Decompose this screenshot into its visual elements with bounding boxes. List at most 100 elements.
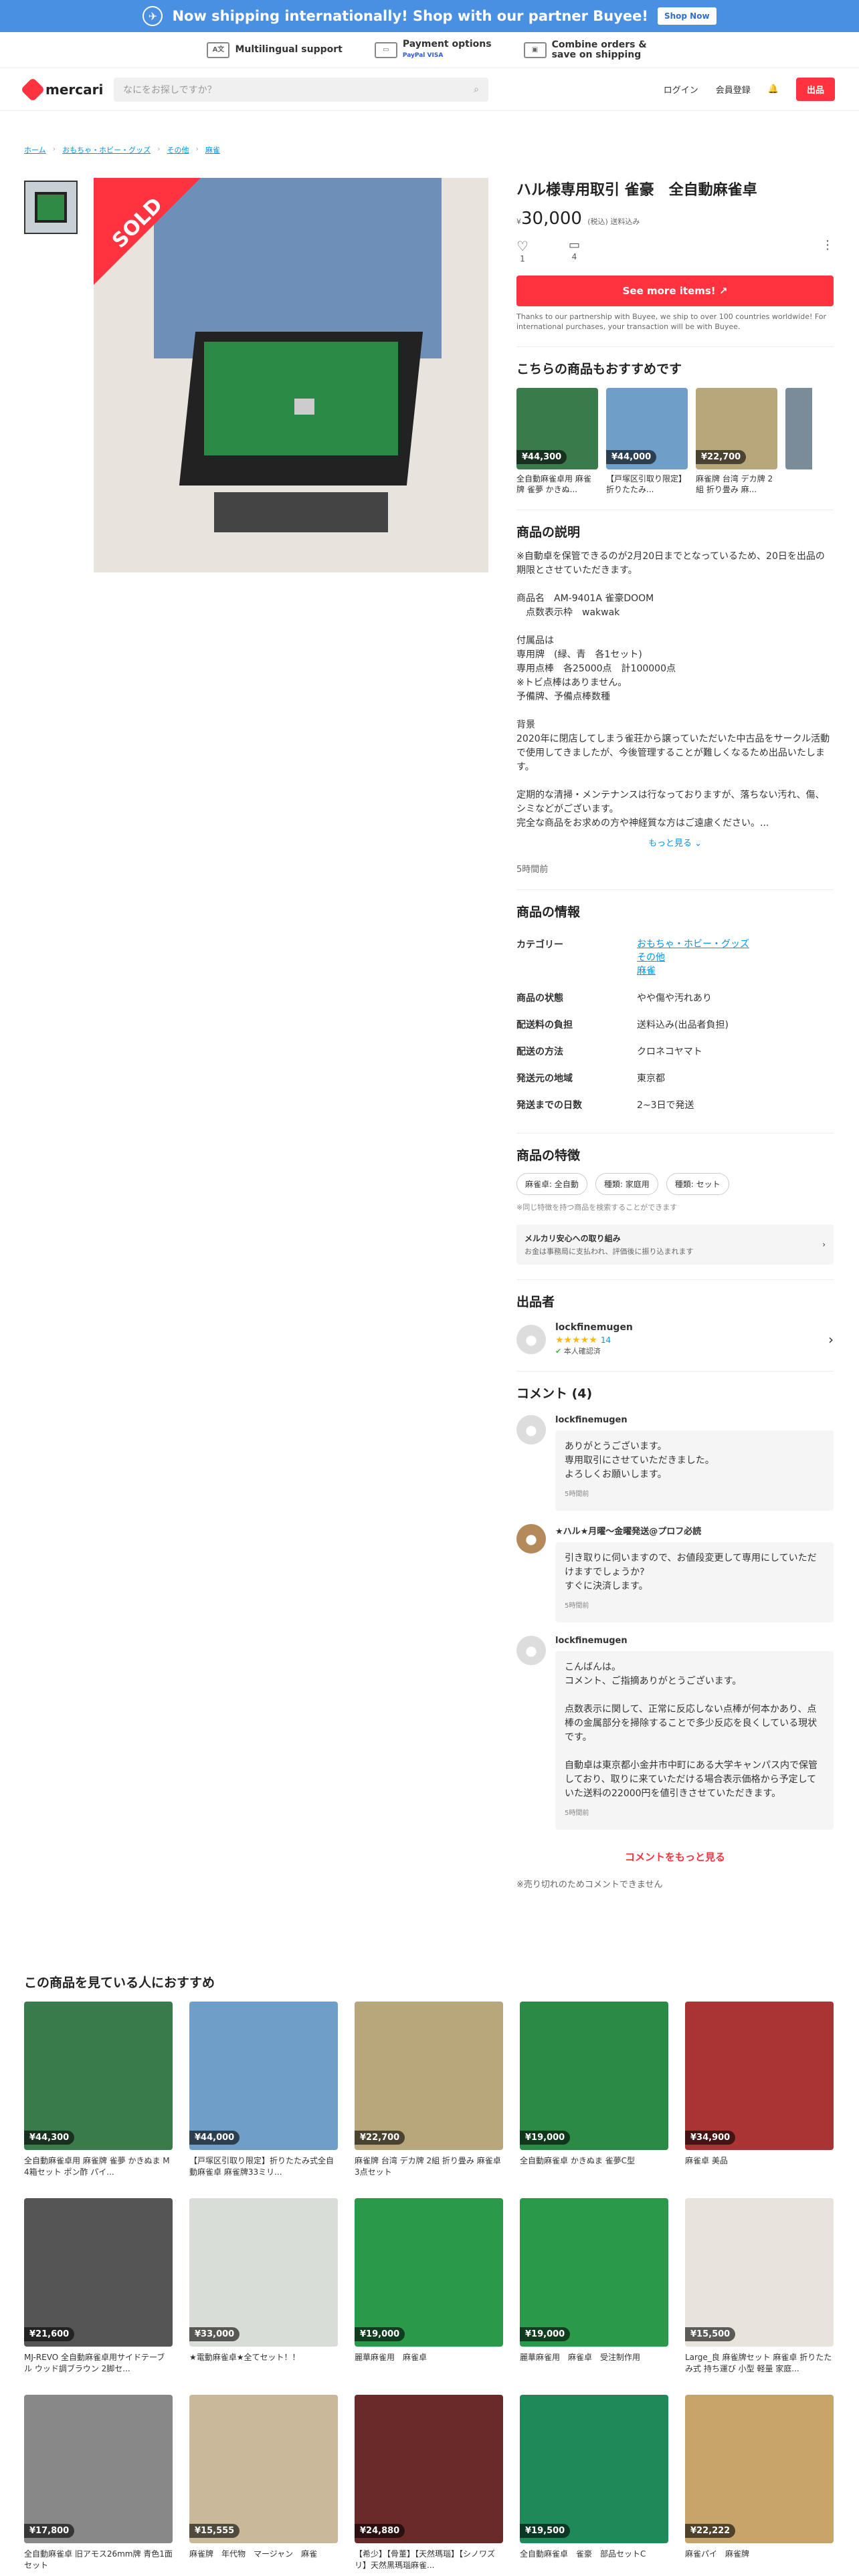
login-link[interactable]: ログイン <box>664 83 698 96</box>
item-name: MJ-REVO 全自動麻雀卓用サイドテーブル ウッド調ブラウン 2脚セ... <box>24 2353 165 2373</box>
item-name: ★電動麻雀卓★全てセット！！ <box>189 2353 300 2362</box>
feature-multilingual: A文 Multilingual support <box>207 41 343 58</box>
item-image: ¥33,000 <box>189 2198 338 2347</box>
grid-item[interactable]: ¥19,000 麗華麻雀用 麻雀卓 <box>355 2198 503 2375</box>
item-name: 麗華麻雀用 麻雀卓 受注制作用 <box>520 2353 641 2362</box>
feature-combine: ▣ Combine orders & save on shipping <box>523 39 652 60</box>
chips-note: ※同じ特徴を持つ商品を検索することができます <box>516 1203 678 1212</box>
price-tag: ¥17,800 <box>24 2524 75 2538</box>
item-image: ¥44,300 <box>24 2002 173 2150</box>
breadcrumb-other[interactable]: その他 <box>167 144 189 155</box>
grid-item[interactable]: ¥44,300 全自動麻雀卓用 麻雀牌 雀夢 かきぬま M 4箱セット ポン酢 パ… <box>24 2002 173 2178</box>
rec-item[interactable]: ¥44,000 【戸塚区引取り限定】折りたたみ... <box>606 388 688 495</box>
price-tag: ¥22,700 <box>355 2131 405 2145</box>
item-image: ¥34,900 <box>685 2002 834 2150</box>
grid-item[interactable]: ¥19,000 全自動麻雀卓 かきぬま 雀夢C型 <box>520 2002 668 2178</box>
item-image: ¥15,500 <box>685 2198 834 2347</box>
globe-icon: ✈ <box>142 6 163 26</box>
item-name: 麗華麻雀用 麻雀卓 <box>355 2353 427 2362</box>
breadcrumb-home[interactable]: ホーム <box>24 144 46 155</box>
mercari-logo[interactable]: mercari <box>20 77 114 102</box>
site-header: mercari なにをお探しですか？ ⌕ ログイン 会員登録 🔔 出品 <box>0 68 859 111</box>
grid-item[interactable]: ¥17,800 全自動麻雀卓 旧アモス26mm牌 青色1面セット <box>24 2395 173 2571</box>
rec-item[interactable]: ¥44,300 全自動麻雀卓用 麻雀牌 雀夢 かきぬ... <box>516 388 598 495</box>
feature-strip: A文 Multilingual support ▭ Payment options P… <box>0 32 859 68</box>
grid-item[interactable]: ¥19,500 全自動麻雀卓 雀豪 部品セットC <box>520 2395 668 2571</box>
avatar: ● <box>516 1324 546 1354</box>
banner-text: Now shipping internationally! Shop with … <box>172 8 648 24</box>
item-image: ¥19,000 <box>355 2198 503 2347</box>
breadcrumb-mahjong[interactable]: 麻雀 <box>205 144 220 155</box>
item-image: ¥24,880 <box>355 2395 503 2543</box>
like-button[interactable]: ♡ 1 <box>516 238 529 263</box>
grid-item[interactable]: ¥34,900 麻雀卓 美品 <box>685 2002 834 2178</box>
category-link[interactable]: おもちゃ・ホビー・グッズ <box>637 938 834 951</box>
see-more-items-button[interactable]: See more items! ↗ <box>516 276 834 306</box>
comment: ● ★ハル★月曜〜金曜発送@プロフ必読 引き取りに伺いますので、お値段変更して専… <box>516 1524 834 1622</box>
rec-item-partial[interactable] <box>785 388 812 495</box>
grid-item[interactable]: ¥22,222 麻雀パイ 麻雀牌 <box>685 2395 834 2571</box>
sold-ribbon <box>94 178 201 285</box>
rec-item[interactable]: ¥22,700 麻雀牌 台湾 デカ牌 2組 折り畳み 麻... <box>696 388 777 495</box>
item-image: ¥44,000 <box>189 2002 338 2150</box>
seller-card[interactable]: ● lockfinemugen ★★★★★ 14 ✔ 本人確認済 › <box>516 1322 834 1356</box>
item-name: 麻雀卓 美品 <box>685 2156 728 2165</box>
description-text: ※自動卓を保管できるのが2月20日までとなっているため、20日を出品の期限とさせ… <box>516 551 830 829</box>
language-icon: A文 <box>207 41 230 58</box>
avatar: ● <box>516 1415 546 1444</box>
grid-item[interactable]: ¥15,555 麻雀牌 年代物 マージャン 麻雀 <box>189 2395 338 2571</box>
comment: ● lockfinemugen ありがとうございます。 専用取引にさせていただき… <box>516 1415 834 1511</box>
search-icon[interactable]: ⌕ <box>474 84 479 95</box>
buyee-note: Thanks to our partnership with Buyee, we… <box>516 312 827 331</box>
item-name: 【希少】【骨董】【天然瑪瑙】【シノワズリ】天然黒瑪瑙麻雀... <box>355 2549 496 2570</box>
item-name: Large_良 麻雀牌セット 麻雀卓 折りたたみ式 持ち運び 小型 軽量 家庭.… <box>685 2353 832 2373</box>
signup-link[interactable]: 会員登録 <box>716 83 751 96</box>
item-image: ¥15,555 <box>189 2395 338 2543</box>
grid-item[interactable]: ¥22,700 麻雀牌 台湾 デカ牌 2組 折り畳み 麻雀卓 3点セット <box>355 2002 503 2178</box>
show-more-link[interactable]: もっと見る ⌄ <box>516 836 834 849</box>
thumbnail-image[interactable] <box>24 181 78 234</box>
chevron-right-icon: › <box>822 1240 826 1249</box>
comment-button[interactable]: ▭ 4 <box>569 238 580 263</box>
feature-payment: ▭ Payment options PayPal VISA <box>374 39 492 61</box>
price-tag: ¥19,000 <box>355 2327 405 2341</box>
verified-icon: ✔ <box>555 1347 562 1356</box>
grid-item[interactable]: ¥24,880 【希少】【骨董】【天然瑪瑙】【シノワズリ】天然黒瑪瑙麻雀... <box>355 2395 503 2571</box>
feature-chip[interactable]: 麻雀卓: 全自動 <box>516 1173 587 1195</box>
product-price: ¥30,000 (税込) 送料込み <box>516 209 640 229</box>
mercari-logo-icon <box>20 77 45 102</box>
category-link[interactable]: その他 <box>637 951 834 964</box>
item-name: 麻雀パイ 麻雀牌 <box>685 2549 750 2559</box>
grid-item[interactable]: ¥21,600 MJ-REVO 全自動麻雀卓用サイドテーブル ウッド調ブラウン 2… <box>24 2198 173 2375</box>
description-title: 商品の説明 <box>516 510 834 540</box>
price-tag: ¥34,900 <box>685 2131 736 2145</box>
sell-button[interactable]: 出品 <box>795 78 835 101</box>
grid-item[interactable]: ¥44,000 【戸塚区引取り限定】折りたたみ式全自動麻雀卓 麻雀牌33ミリ... <box>189 2002 338 2178</box>
more-comments-link[interactable]: コメントをもっと見る <box>516 1850 834 1864</box>
item-name: 麻雀牌 年代物 マージャン 麻雀 <box>189 2549 318 2559</box>
price-tag: ¥33,000 <box>189 2327 240 2341</box>
breadcrumb-toys[interactable]: おもちゃ・ホビー・グッズ <box>62 144 151 155</box>
product-image: SOLD <box>94 178 488 572</box>
price-tag: ¥44,000 <box>189 2131 240 2145</box>
avatar: ● <box>516 1524 546 1553</box>
more-options-icon[interactable]: ⋮ <box>822 238 834 263</box>
category-link[interactable]: 麻雀 <box>637 964 834 978</box>
item-name: 麻雀牌 台湾 デカ牌 2組 折り畳み 麻雀卓 3点セット <box>355 2156 501 2177</box>
search-input[interactable]: なにをお探しですか？ ⌕ <box>114 77 488 102</box>
price-tag: ¥21,600 <box>24 2327 75 2341</box>
price-tag: ¥15,500 <box>685 2327 736 2341</box>
recommend-row: ¥44,300 全自動麻雀卓用 麻雀牌 雀夢 かきぬ... ¥44,000 【戸塚区… <box>516 388 834 495</box>
grid-item[interactable]: ¥15,500 Large_良 麻雀牌セット 麻雀卓 折りたたみ式 持ち運び 小型… <box>685 2198 834 2375</box>
grid-item[interactable]: ¥19,000 麗華麻雀用 麻雀卓 受注制作用 <box>520 2198 668 2375</box>
comment-icon: ▭ <box>568 238 580 252</box>
feature-chip[interactable]: 種類: セット <box>666 1173 729 1195</box>
product-detail-panel: ハル様専用取引 雀豪 全自動麻雀卓 ¥30,000 (税込) 送料込み ♡ 1 ▭… <box>516 178 834 1890</box>
info-table: カテゴリー おもちゃ・ホビー・グッズ その他 麻雀 商品の状態 やや傷や汚れあり … <box>516 931 834 1118</box>
safety-banner[interactable]: メルカリ安心への取り組み お金は事務局に支払われ、評価後に振り込まれます › <box>516 1224 834 1265</box>
price-tag: ¥24,880 <box>355 2524 405 2538</box>
grid-item[interactable]: ¥33,000 ★電動麻雀卓★全てセット！！ <box>189 2198 338 2375</box>
shop-now-button[interactable]: Shop Now <box>657 7 717 25</box>
feature-chip[interactable]: 種類: 家庭用 <box>595 1173 658 1195</box>
bell-icon[interactable]: 🔔 <box>768 84 779 94</box>
